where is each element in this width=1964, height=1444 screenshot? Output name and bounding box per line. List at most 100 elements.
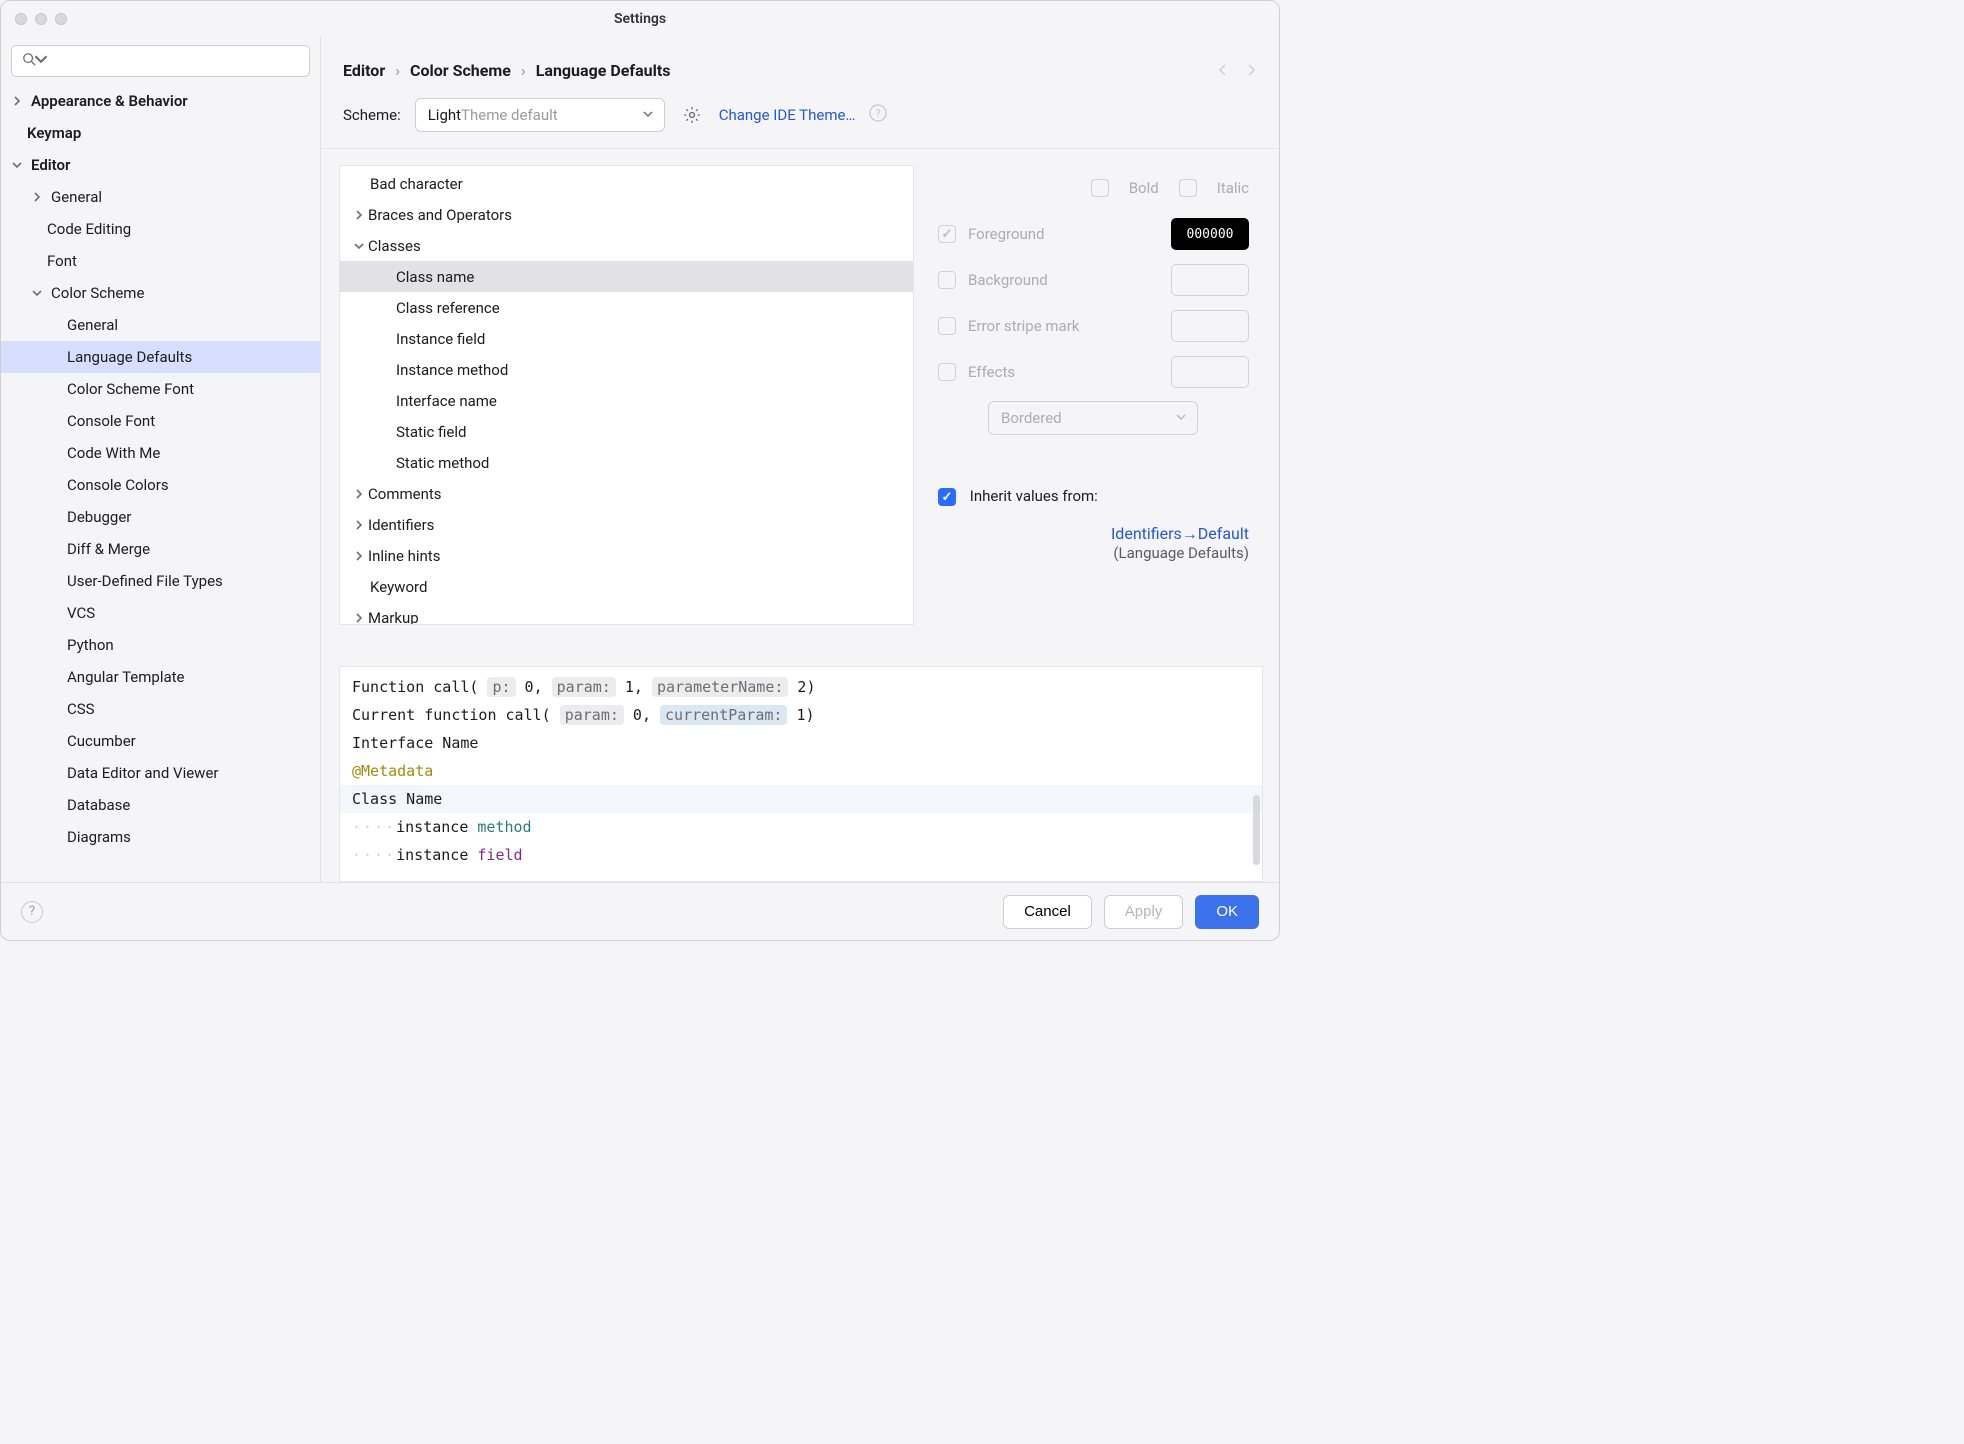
- token-tree-item[interactable]: Markup: [340, 602, 913, 625]
- ok-button[interactable]: OK: [1195, 895, 1259, 929]
- effects-select[interactable]: Bordered: [988, 401, 1198, 435]
- token-tree-item[interactable]: Instance field: [340, 323, 913, 354]
- sidebar-item[interactable]: General: [1, 309, 320, 341]
- sidebar-item-label: Editor: [31, 156, 70, 174]
- foreground-checkbox[interactable]: [938, 225, 956, 243]
- sidebar-item-label: General: [67, 316, 118, 334]
- token-tree-item[interactable]: Bad character: [340, 168, 913, 199]
- sidebar-item[interactable]: Font: [1, 245, 320, 277]
- change-ide-theme-link[interactable]: Change IDE Theme…: [719, 106, 856, 124]
- chevron-right-icon: [27, 187, 47, 207]
- preview-line: ····instance field: [352, 841, 1250, 869]
- italic-checkbox[interactable]: [1179, 179, 1197, 197]
- token-item-label: Comments: [368, 485, 442, 503]
- sidebar-item-label: Database: [67, 796, 130, 814]
- sidebar-item[interactable]: Color Scheme Font: [1, 373, 320, 405]
- token-tree-item[interactable]: Class reference: [340, 292, 913, 323]
- token-item-label: Keyword: [370, 578, 427, 596]
- token-item-label: Static field: [396, 423, 466, 441]
- error-stripe-checkbox[interactable]: [938, 317, 956, 335]
- apply-button[interactable]: Apply: [1104, 895, 1184, 929]
- sidebar-item-label: Cucumber: [67, 732, 136, 750]
- effects-checkbox[interactable]: [938, 363, 956, 381]
- inline-hint: parameterName:: [652, 677, 788, 697]
- chevron-right-icon: [350, 550, 368, 562]
- sidebar-item[interactable]: CSS: [1, 693, 320, 725]
- zoom-window-icon[interactable]: [55, 13, 67, 25]
- error-stripe-swatch[interactable]: [1171, 310, 1249, 342]
- token-tree-item[interactable]: Classes: [340, 230, 913, 261]
- sidebar-item[interactable]: Python: [1, 629, 320, 661]
- scrollbar-thumb[interactable]: [1253, 795, 1260, 865]
- token-tree-item[interactable]: Comments: [340, 478, 913, 509]
- token-tree-item[interactable]: Static field: [340, 416, 913, 447]
- sidebar-item[interactable]: Color Scheme: [1, 277, 320, 309]
- nav-back-icon[interactable]: [1217, 61, 1229, 80]
- effects-swatch[interactable]: [1171, 356, 1249, 388]
- sidebar-item-label: Color Scheme: [51, 284, 144, 302]
- sidebar-item-label: User-Defined File Types: [67, 572, 223, 590]
- dialog-footer: ? Cancel Apply OK: [1, 882, 1279, 940]
- sidebar-item[interactable]: Debugger: [1, 501, 320, 533]
- search-dropdown-icon[interactable]: [34, 52, 48, 70]
- inherit-checkbox[interactable]: [938, 488, 956, 506]
- close-window-icon[interactable]: [15, 13, 27, 25]
- preview-line: ····instance method: [352, 813, 1250, 841]
- scheme-value-suffix: Theme default: [461, 106, 558, 124]
- sidebar-item[interactable]: General: [1, 181, 320, 213]
- sidebar-item[interactable]: Code Editing: [1, 213, 320, 245]
- sidebar-item[interactable]: VCS: [1, 597, 320, 629]
- minimize-window-icon[interactable]: [35, 13, 47, 25]
- background-swatch[interactable]: [1171, 264, 1249, 296]
- sidebar-item[interactable]: Diff & Merge: [1, 533, 320, 565]
- preview-line: @Metadata: [352, 757, 1250, 785]
- token-tree-item[interactable]: Static method: [340, 447, 913, 478]
- token-tree-item[interactable]: Class name: [340, 261, 913, 292]
- inline-hint: p:: [487, 677, 515, 697]
- chevron-down-icon: [7, 155, 27, 175]
- token-tree-item[interactable]: Instance method: [340, 354, 913, 385]
- chevron-right-icon: [7, 91, 27, 111]
- background-checkbox[interactable]: [938, 271, 956, 289]
- sidebar-item[interactable]: Database: [1, 789, 320, 821]
- attribute-panel: Bold Italic Foreground 000000 Background: [914, 149, 1279, 654]
- nav-forward-icon[interactable]: [1245, 61, 1257, 80]
- sidebar-item[interactable]: Editor: [1, 149, 320, 181]
- token-tree-item[interactable]: Interface name: [340, 385, 913, 416]
- sidebar-item[interactable]: Data Editor and Viewer: [1, 757, 320, 789]
- sidebar-item-label: Appearance & Behavior: [31, 92, 188, 110]
- sidebar-item-label: Diagrams: [67, 828, 131, 846]
- sidebar-item[interactable]: Language Defaults: [1, 341, 320, 373]
- chevron-down-icon: [1175, 409, 1187, 427]
- token-tree-item[interactable]: Inline hints: [340, 540, 913, 571]
- foreground-swatch[interactable]: 000000: [1171, 218, 1249, 250]
- preview-panel[interactable]: Function call( p: 0, param: 1, parameter…: [339, 666, 1263, 882]
- sidebar-item[interactable]: Angular Template: [1, 661, 320, 693]
- bold-checkbox[interactable]: [1091, 179, 1109, 197]
- sidebar-item[interactable]: User-Defined File Types: [1, 565, 320, 597]
- sidebar-item[interactable]: Keymap: [1, 117, 320, 149]
- effects-label: Effects: [968, 363, 1015, 381]
- settings-sidebar: Appearance & Behavior Keymap Editor General…: [1, 37, 321, 882]
- sidebar-item[interactable]: Diagrams: [1, 821, 320, 853]
- token-tree-item[interactable]: Keyword: [340, 571, 913, 602]
- scheme-gear-icon[interactable]: [679, 102, 705, 128]
- help-icon[interactable]: ?: [21, 901, 43, 923]
- cancel-button[interactable]: Cancel: [1003, 895, 1092, 929]
- chevron-right-icon: [350, 612, 368, 624]
- sidebar-item[interactable]: Code With Me: [1, 437, 320, 469]
- sidebar-item-label: Debugger: [67, 508, 131, 526]
- scheme-select[interactable]: Light Theme default: [415, 98, 665, 132]
- token-tree-item[interactable]: Identifiers: [340, 509, 913, 540]
- help-icon[interactable]: ?: [869, 104, 887, 126]
- breadcrumb-item[interactable]: Color Scheme: [410, 61, 511, 80]
- token-tree[interactable]: Bad characterBraces and OperatorsClasses…: [339, 165, 914, 625]
- sidebar-item[interactable]: Appearance & Behavior: [1, 85, 320, 117]
- token-tree-item[interactable]: Braces and Operators: [340, 199, 913, 230]
- breadcrumb-item[interactable]: Editor: [343, 61, 385, 80]
- sidebar-item[interactable]: Console Colors: [1, 469, 320, 501]
- search-input[interactable]: [11, 45, 310, 77]
- sidebar-item[interactable]: Cucumber: [1, 725, 320, 757]
- inherit-source-link[interactable]: Identifiers→Default: [1111, 524, 1249, 543]
- sidebar-item[interactable]: Console Font: [1, 405, 320, 437]
